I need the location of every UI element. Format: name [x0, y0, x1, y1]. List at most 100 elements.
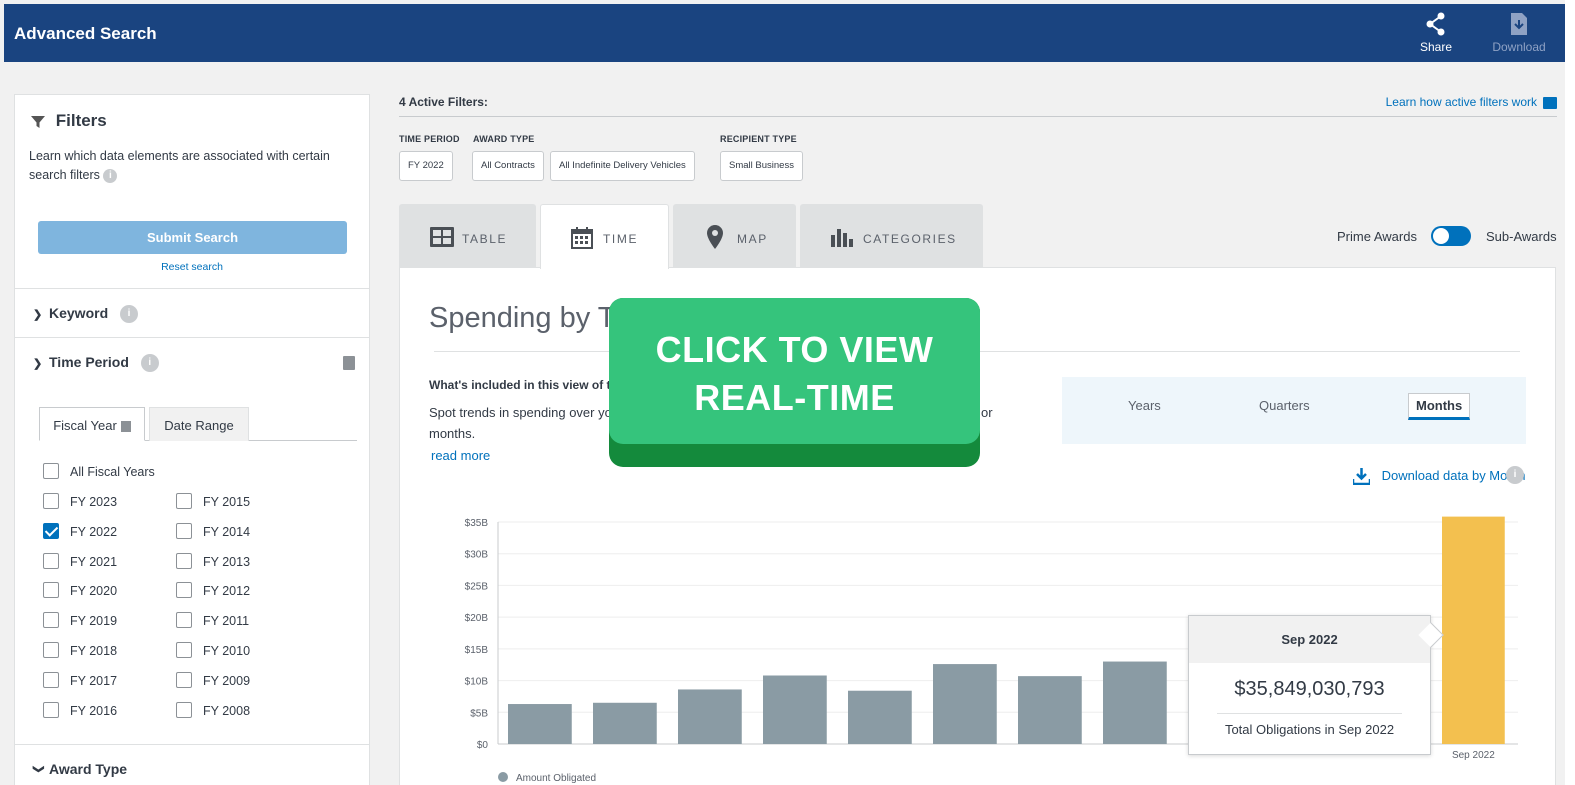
checkbox[interactable] [176, 701, 192, 718]
checkbox[interactable] [176, 671, 192, 688]
learn-active-filters-link[interactable]: Learn how active filters work [1386, 95, 1557, 109]
divider [399, 116, 1557, 117]
filter-chip-fy[interactable]: FY 2022 [399, 151, 453, 181]
chart-bar [848, 690, 912, 744]
filters-description-text: Learn which data elements are associated… [29, 149, 330, 182]
reset-search-link[interactable]: Reset search [15, 261, 369, 273]
checkbox-label: FY 2020 [70, 584, 118, 599]
filter-group-time-period: TIME PERIOD [399, 134, 460, 144]
checkbox[interactable] [176, 582, 192, 599]
y-tick-label: $25B [465, 581, 489, 592]
submit-search-button[interactable]: Submit Search [38, 221, 347, 254]
keyword-section[interactable]: ❯ Keyword i [15, 288, 369, 337]
award-type-section[interactable]: ❯ Award Type [15, 744, 369, 785]
share-button[interactable]: Share [1406, 12, 1466, 54]
x-tick-label: Sep 2022 [1452, 750, 1495, 761]
realtime-cta-button[interactable]: CLICK TO VIEW REAL-TIME [609, 298, 980, 467]
checkbox[interactable] [43, 552, 59, 569]
checkbox[interactable] [43, 701, 59, 718]
checkbox-label: FY 2019 [70, 614, 118, 629]
y-tick-label: $20B [465, 613, 489, 624]
y-tick-label: $5B [470, 708, 488, 719]
funnel-icon [31, 115, 45, 128]
checkbox-label: FY 2017 [70, 673, 118, 688]
award-type-section-label: ❯ Award Type [32, 761, 128, 777]
filter-chip-small-business[interactable]: Small Business [720, 151, 803, 181]
glossary-book-icon[interactable] [343, 356, 355, 370]
checkbox[interactable] [176, 552, 192, 569]
chevron-right-icon: ❯ [33, 309, 43, 321]
cta-line2: REAL-TIME [694, 377, 895, 418]
filters-sidebar: Filters Learn which data elements are as… [14, 94, 370, 785]
tab-map[interactable]: MAP [673, 204, 796, 268]
tab-map-label: MAP [737, 232, 768, 246]
checkbox[interactable] [176, 612, 192, 629]
checkbox[interactable] [43, 612, 59, 629]
scrollbar[interactable] [1565, 0, 1575, 785]
tab-fiscal-year[interactable]: Fiscal Year [39, 407, 145, 441]
checkbox[interactable] [43, 642, 59, 658]
checkbox-label: FY 2021 [70, 554, 118, 569]
active-filters-heading: 4 Active Filters: [399, 95, 488, 109]
info-icon[interactable]: i [140, 354, 159, 373]
checkbox[interactable] [43, 522, 59, 539]
file-download-icon [1511, 13, 1527, 35]
checkbox[interactable] [43, 463, 59, 479]
checkbox[interactable] [176, 522, 192, 539]
chart-tooltip: Sep 2022 $35,849,030,793 Total Obligatio… [1188, 615, 1444, 755]
checkbox-label: FY 2009 [203, 673, 251, 688]
chart-bar [1018, 676, 1082, 744]
download-label: Download [1492, 40, 1546, 54]
award-type-label: Award Type [49, 761, 128, 777]
info-icon[interactable]: i [103, 168, 118, 183]
legend-label: Amount Obligated [516, 773, 596, 784]
checkbox-label: FY 2018 [70, 644, 118, 658]
chart-bar [1103, 661, 1167, 744]
checkbox-label: FY 2011 [203, 614, 250, 629]
filter-chip-idv[interactable]: All Indefinite Delivery Vehicles [550, 151, 695, 181]
legend-swatch [498, 772, 508, 782]
checkbox[interactable] [176, 493, 192, 509]
checkbox-label: FY 2014 [203, 524, 251, 539]
keyword-label: Keyword [49, 305, 109, 321]
sub-awards-label: Sub-Awards [1486, 229, 1557, 244]
chart-bar [508, 704, 572, 744]
download-button[interactable]: Download [1489, 12, 1549, 54]
header-bar: Advanced Search Share Download [4, 4, 1565, 62]
glossary-book-icon [120, 421, 131, 433]
tab-date-range[interactable]: Date Range [149, 407, 249, 441]
chevron-down-icon: ❯ [32, 764, 45, 774]
y-tick-label: $30B [465, 550, 489, 561]
checkbox-label: FY 2010 [203, 644, 251, 658]
checkbox-label: FY 2015 [203, 495, 251, 509]
tab-fiscal-year-label: Fiscal Year [53, 418, 117, 433]
award-type-toggle[interactable] [1431, 226, 1471, 246]
checkbox[interactable] [43, 582, 59, 599]
checkbox-label: FY 2023 [70, 495, 118, 509]
share-icon [1426, 12, 1445, 36]
keyword-section-label: ❯ Keyword i [33, 305, 139, 324]
checkbox[interactable] [176, 642, 192, 658]
cta-line1: CLICK TO VIEW [655, 329, 934, 370]
tooltip-caption: Total Obligations in Sep 2022 [1217, 713, 1402, 737]
checkbox-label: FY 2013 [203, 554, 251, 569]
info-icon[interactable]: i [120, 305, 139, 324]
prime-awards-label: Prime Awards [1337, 229, 1417, 244]
tooltip-amount: $35,849,030,793 [1234, 678, 1385, 700]
chart-bar [593, 702, 657, 744]
checkbox[interactable] [43, 671, 59, 688]
filter-chip-contracts[interactable]: All Contracts [472, 151, 544, 181]
tab-table[interactable]: TABLE [399, 204, 536, 268]
time-period-section[interactable]: ❯ Time Period i [15, 337, 369, 386]
checkbox-label: FY 2016 [70, 703, 118, 718]
tab-time[interactable]: TIME [540, 204, 669, 269]
checkbox-label: FY 2008 [203, 703, 251, 718]
checkbox[interactable] [43, 493, 59, 509]
time-period-label: Time Period [49, 354, 129, 370]
filter-group-award-type: AWARD TYPE [473, 134, 535, 144]
time-period-section-label: ❯ Time Period i [33, 354, 159, 373]
tab-categories[interactable]: CATEGORIES [800, 204, 983, 268]
checkbox-label: FY 2022 [70, 524, 118, 539]
chart-bar [1442, 516, 1505, 744]
learn-active-filters-text: Learn how active filters work [1385, 95, 1537, 109]
